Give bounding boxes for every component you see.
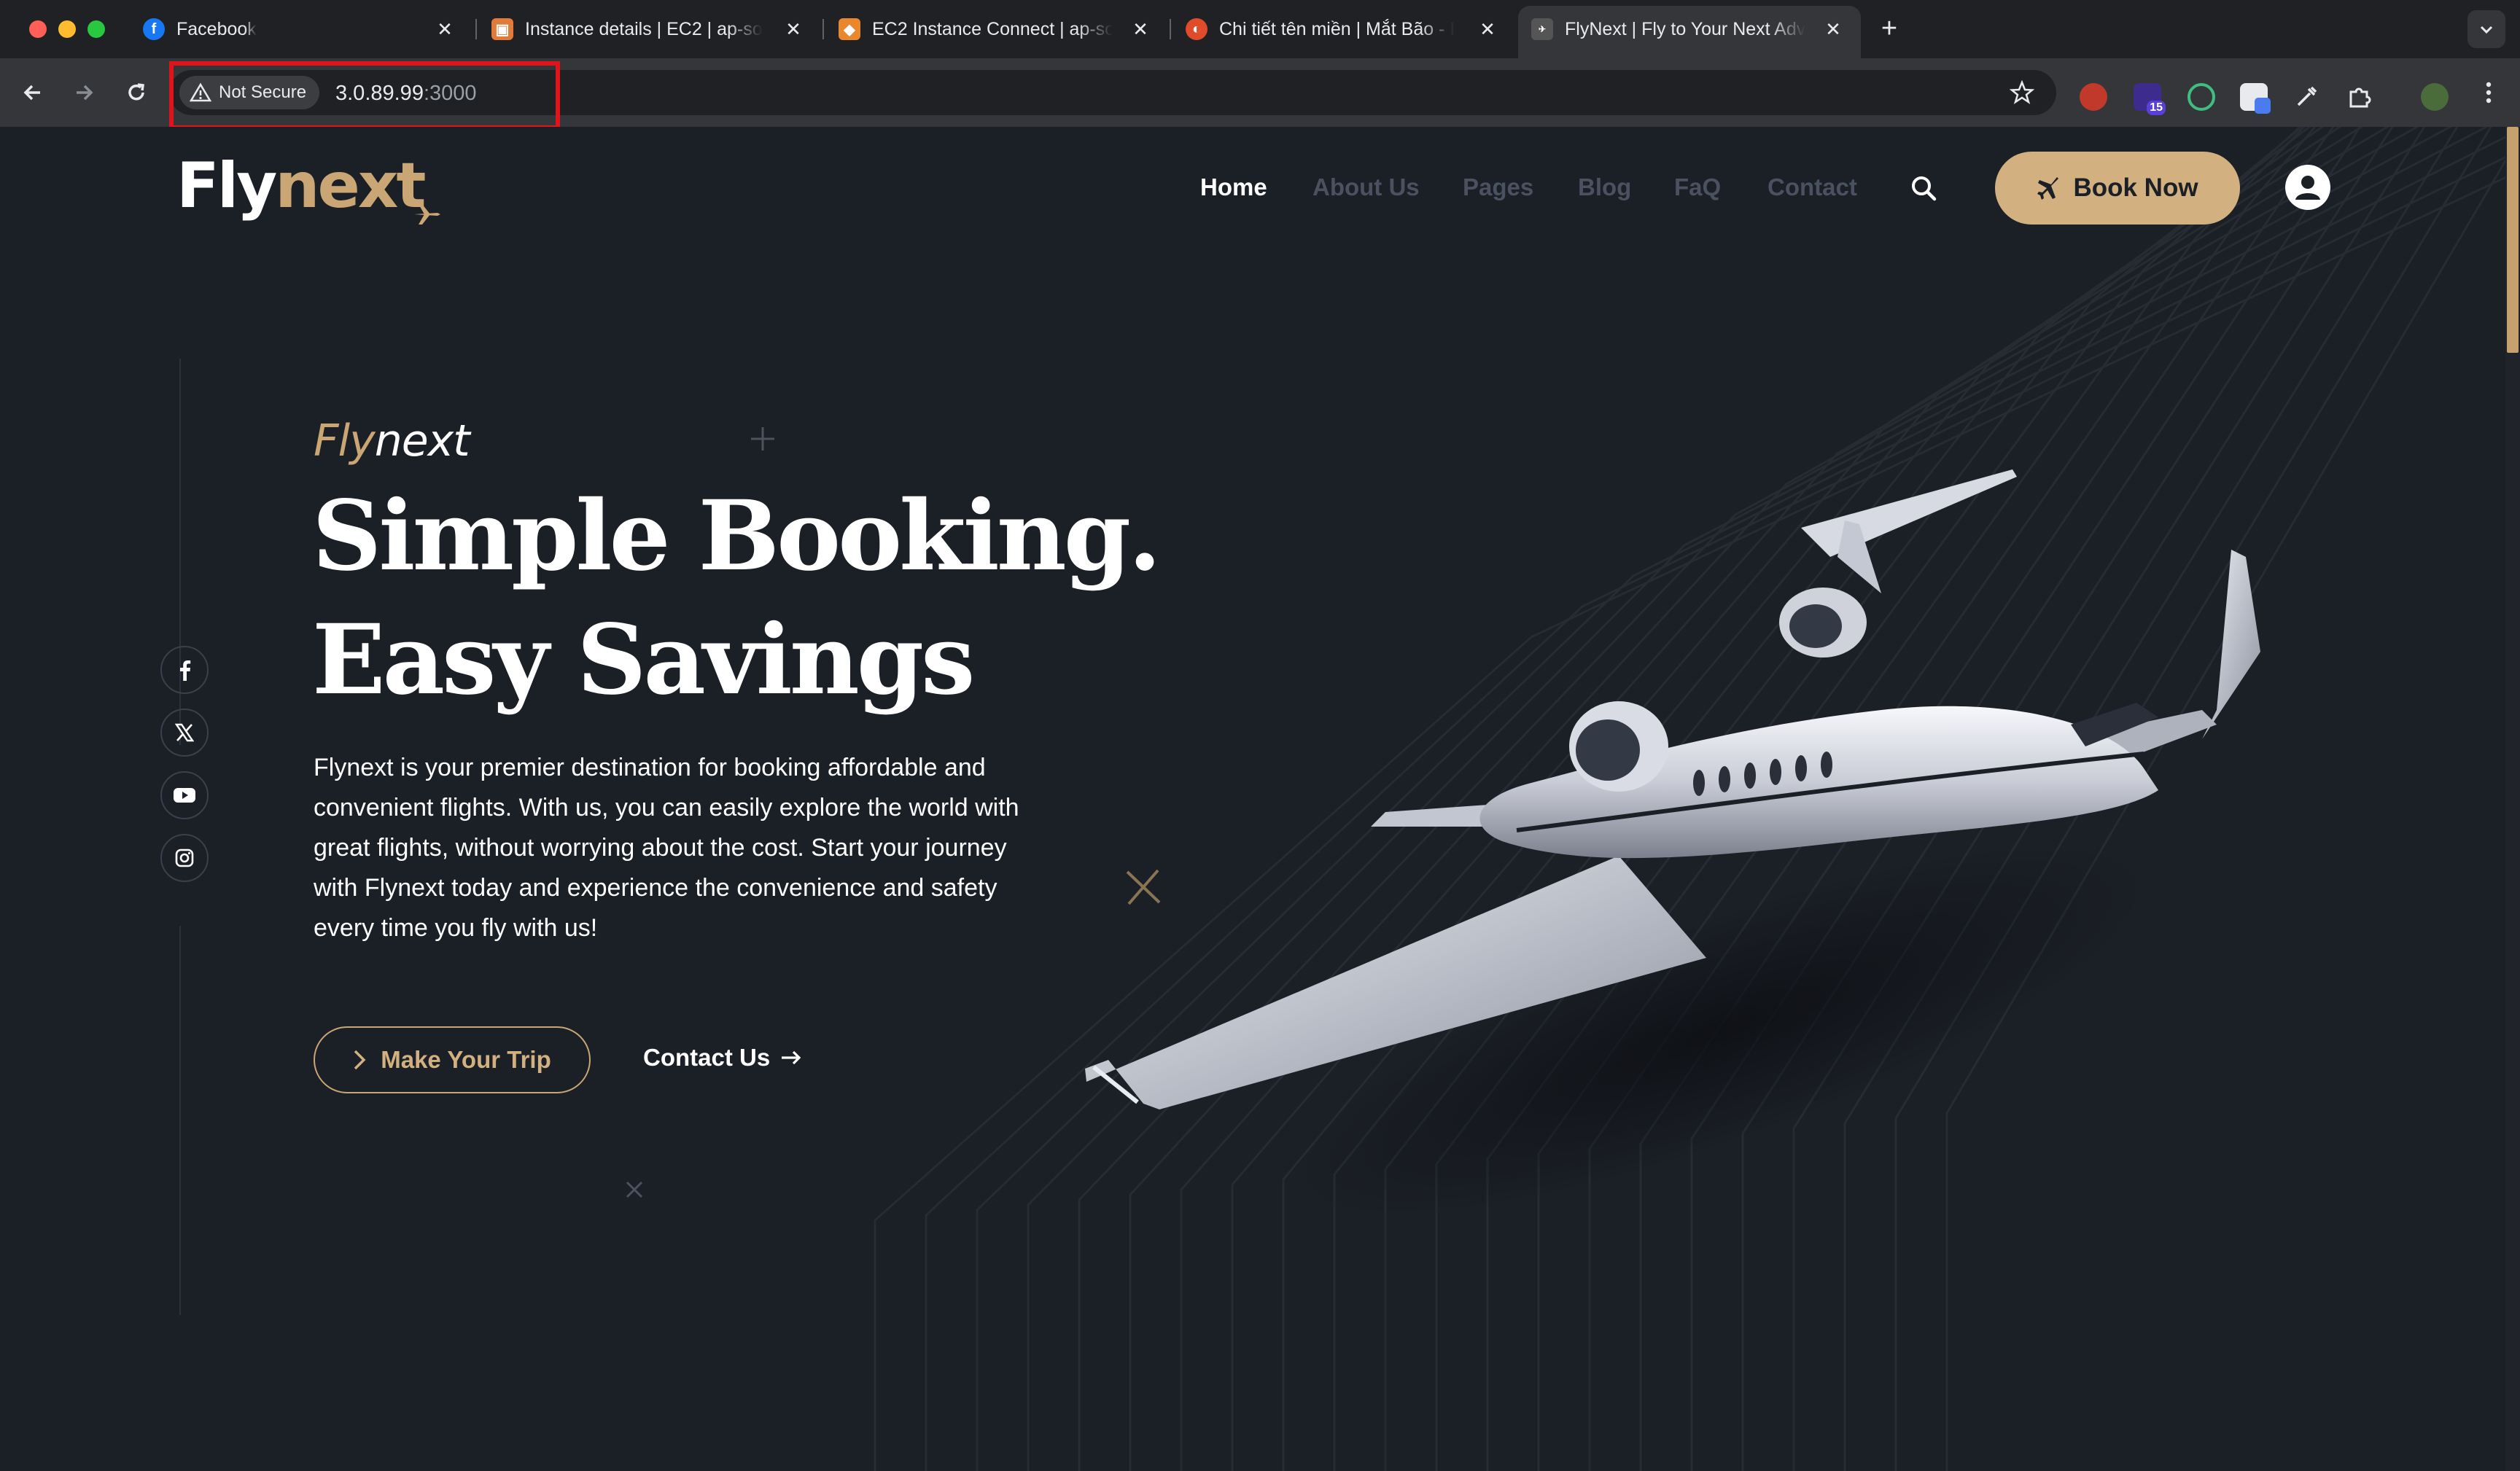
tab-separator bbox=[822, 19, 824, 39]
tab-ec2-instance-details[interactable]: ▣ Instance details | EC2 | ap-so ✕ bbox=[491, 10, 812, 48]
social-youtube[interactable] bbox=[160, 771, 209, 819]
tab-matbao-domain[interactable]: ◐ Chi tiết tên miền | Mắt Bão - I ✕ bbox=[1186, 10, 1506, 48]
extension-shield-icon[interactable]: 15 bbox=[2134, 83, 2166, 115]
close-tab-icon[interactable]: ✕ bbox=[1474, 16, 1501, 42]
tab-facebook[interactable]: f Facebook ✕ bbox=[143, 10, 464, 48]
logo-part-next: next bbox=[275, 149, 426, 222]
aws-icon: ▣ bbox=[491, 18, 513, 40]
tab-strip: f Facebook ✕ ▣ Instance details | EC2 | … bbox=[0, 0, 2520, 58]
tab-title: Chi tiết tên miền | Mắt Bão - I bbox=[1219, 18, 1455, 39]
nav-blog[interactable]: Blog bbox=[1578, 173, 1631, 201]
tab-title: Facebook bbox=[176, 18, 257, 39]
youtube-icon bbox=[174, 788, 195, 803]
make-your-trip-button[interactable]: Make Your Trip bbox=[314, 1026, 591, 1093]
tab-title: EC2 Instance Connect | ap-so bbox=[872, 18, 1113, 39]
tab-ec2-instance-connect[interactable]: ◆ EC2 Instance Connect | ap-so ✕ bbox=[839, 10, 1159, 48]
contact-us-link[interactable]: Contact Us bbox=[643, 1044, 802, 1072]
forward-button[interactable] bbox=[66, 74, 102, 111]
minimize-window-button[interactable] bbox=[58, 20, 76, 38]
make-your-trip-label: Make Your Trip bbox=[381, 1046, 551, 1073]
profile-avatar[interactable] bbox=[2421, 83, 2449, 111]
book-now-label: Book Now bbox=[2073, 173, 2198, 202]
extension-badge: 15 bbox=[2147, 101, 2166, 115]
nav-faq[interactable]: FaQ bbox=[1674, 173, 1721, 201]
nav-contact[interactable]: Contact bbox=[1768, 173, 1857, 201]
social-instagram[interactable] bbox=[160, 834, 209, 882]
private-jet-illustration bbox=[1085, 469, 2260, 1217]
extension-target-icon[interactable] bbox=[2188, 83, 2215, 111]
hero-description: Flynext is your premier destination for … bbox=[314, 754, 1019, 942]
flynext-page: Flynext Home About Us Pages Blog FaQ Con… bbox=[0, 127, 2520, 1471]
scrollbar[interactable] bbox=[2505, 127, 2520, 1471]
close-tab-icon[interactable]: ✕ bbox=[1820, 16, 1846, 42]
site-logo[interactable]: Flynext bbox=[176, 155, 426, 217]
book-now-button[interactable]: Book Now bbox=[1995, 152, 2240, 225]
nav-about-us[interactable]: About Us bbox=[1312, 173, 1420, 201]
extension-upload-icon[interactable] bbox=[2080, 83, 2107, 111]
reload-button[interactable] bbox=[118, 74, 155, 111]
search-icon[interactable] bbox=[1909, 173, 1938, 203]
hero-headline-line2: Easy Savings bbox=[312, 604, 975, 717]
arrow-right-icon bbox=[77, 85, 93, 101]
hero-headline-line1: Simple Booking. bbox=[312, 480, 1162, 593]
instagram-icon bbox=[175, 848, 194, 867]
logo-part-fly: Fly bbox=[176, 149, 277, 222]
extension-translate-icon[interactable] bbox=[2240, 83, 2271, 114]
arrow-right-icon bbox=[782, 1050, 801, 1065]
chevron-down-icon bbox=[2480, 26, 2493, 34]
back-button[interactable] bbox=[15, 74, 51, 111]
tab-separator bbox=[1170, 19, 1171, 39]
flynext-icon: ✈ bbox=[1531, 18, 1553, 40]
facebook-icon: f bbox=[143, 18, 165, 40]
social-facebook[interactable] bbox=[160, 646, 209, 694]
extension-eyedropper-icon[interactable] bbox=[2292, 83, 2320, 111]
reload-icon bbox=[128, 83, 144, 101]
close-tab-icon[interactable]: ✕ bbox=[780, 16, 806, 42]
tab-flynext[interactable]: ✈ FlyNext | Fly to Your Next Adv ✕ bbox=[1531, 10, 1852, 48]
extensions-puzzle-icon[interactable] bbox=[2345, 83, 2373, 111]
tab-separator bbox=[475, 19, 477, 39]
chevron-right-icon bbox=[354, 1050, 366, 1070]
star-icon bbox=[2010, 80, 2034, 104]
logo-plane-icon bbox=[408, 201, 440, 225]
nav-home[interactable]: Home bbox=[1200, 173, 1267, 201]
eyebrow-part-next: next bbox=[374, 415, 470, 467]
facebook-icon bbox=[180, 660, 191, 681]
decorative-plus-icon bbox=[751, 427, 774, 450]
contact-us-label: Contact Us bbox=[643, 1044, 771, 1071]
social-x[interactable] bbox=[160, 709, 209, 757]
plane-icon bbox=[2037, 177, 2059, 200]
close-window-button[interactable] bbox=[29, 20, 47, 38]
close-tab-icon[interactable]: ✕ bbox=[432, 16, 458, 42]
url-highlight-annotation bbox=[169, 61, 560, 130]
tab-title: FlyNext | Fly to Your Next Adv bbox=[1565, 18, 1805, 39]
close-tab-icon[interactable]: ✕ bbox=[1127, 16, 1154, 42]
maximize-window-button[interactable] bbox=[88, 20, 105, 38]
bookmark-button[interactable] bbox=[2004, 74, 2040, 111]
tab-search-button[interactable] bbox=[2468, 10, 2505, 48]
hero-eyebrow: Flynext bbox=[314, 415, 470, 467]
aws-cube-icon: ◆ bbox=[839, 18, 860, 40]
nav-pages[interactable]: Pages bbox=[1463, 173, 1533, 201]
scrollbar-thumb[interactable] bbox=[2507, 127, 2519, 353]
tab-title: Instance details | EC2 | ap-so bbox=[525, 18, 763, 39]
new-tab-button[interactable]: + bbox=[1871, 10, 1908, 47]
matbao-icon: ◐ bbox=[1186, 18, 1208, 40]
user-account-icon[interactable] bbox=[2285, 165, 2330, 210]
decorative-cross-small-icon bbox=[626, 1181, 643, 1198]
arrow-left-icon bbox=[23, 85, 40, 101]
rail-line-bottom bbox=[179, 926, 181, 1315]
eyebrow-part-fly: Fly bbox=[314, 415, 376, 467]
more-vertical-icon bbox=[2486, 82, 2492, 104]
browser-menu-button[interactable] bbox=[2470, 74, 2507, 111]
x-icon bbox=[174, 723, 195, 742]
